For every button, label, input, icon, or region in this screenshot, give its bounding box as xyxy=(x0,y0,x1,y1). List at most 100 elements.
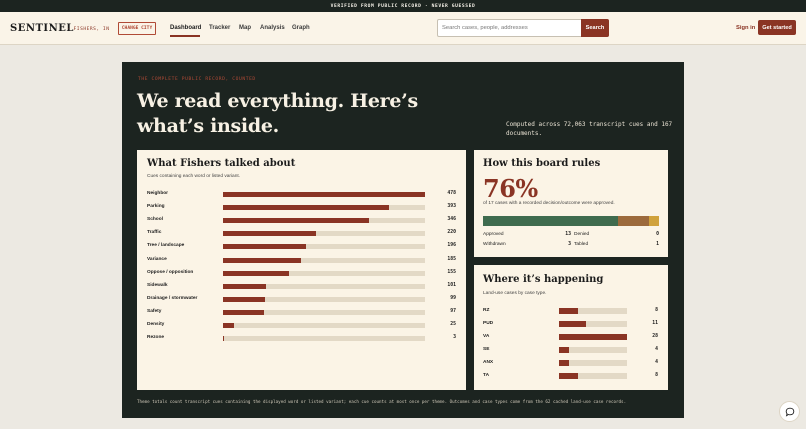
case-type-bar xyxy=(559,346,569,353)
topic-label: Neighbor xyxy=(147,191,169,196)
topic-bar-track xyxy=(223,205,425,211)
topic-label: Safety xyxy=(147,308,162,314)
rules-title: How this board rules xyxy=(483,158,601,169)
topic-row: Drainage / stormwater 99 xyxy=(137,295,466,305)
case-type-row: ANX 4 xyxy=(474,359,668,369)
legend-denied-value: 0 xyxy=(656,232,659,237)
topic-row: Sidewalk 101 xyxy=(137,282,466,292)
case-type-bar xyxy=(559,333,627,340)
site-header: SENTINEL · FISHERS, IN CHANGE CITY Dashb… xyxy=(0,12,806,45)
case-type-row: TA 8 xyxy=(474,372,668,382)
case-type-label: TA xyxy=(483,372,490,378)
search-bar: Search xyxy=(437,19,609,37)
topics-card: What Fishers talked about Cues containin… xyxy=(137,150,466,390)
case-type-count: 8 xyxy=(655,372,658,378)
legend-approved-value: 13 xyxy=(565,232,571,237)
topic-label: Density xyxy=(147,322,165,327)
outcome-segment-approved xyxy=(483,216,618,226)
case-type-bar xyxy=(559,359,569,366)
topic-bar-track xyxy=(223,323,425,328)
nav-analysis[interactable]: Analysis xyxy=(260,25,285,31)
hero-subtitle: Computed across 72,063 transcript cues a… xyxy=(506,121,673,137)
topic-bar xyxy=(223,244,306,250)
outcome-segment-tabled xyxy=(648,216,659,226)
get-started-button[interactable]: Get started xyxy=(758,20,796,35)
topic-count: 25 xyxy=(450,322,456,327)
case-type-bar-track xyxy=(559,333,627,340)
hero-eyebrow: THE COMPLETE PUBLIC RECORD, COUNTED xyxy=(138,77,256,82)
rules-subtitle: of 17 cases with a recorded decision/out… xyxy=(483,201,615,206)
topic-row: Density 25 xyxy=(137,321,466,331)
verification-banner: VERIFIED FROM PUBLIC RECORD · NEVER GUES… xyxy=(0,0,806,12)
case-type-bar xyxy=(559,320,586,327)
search-button[interactable]: Search xyxy=(581,19,609,37)
topic-bar xyxy=(223,323,234,328)
topic-bar xyxy=(223,257,302,263)
brand-logo[interactable]: SENTINEL xyxy=(10,23,74,34)
approval-percent: 76% xyxy=(483,174,538,203)
topic-count: 220 xyxy=(447,230,456,236)
topics-subtitle: Cues containing each word or listed vari… xyxy=(147,174,241,179)
footnote: Theme totals count transcript cues conta… xyxy=(137,399,627,404)
topic-bar-track xyxy=(223,257,425,263)
case-type-count: 4 xyxy=(655,346,658,352)
chat-button[interactable] xyxy=(779,401,800,422)
where-title: Where it’s happening xyxy=(483,274,604,285)
topic-label: School xyxy=(147,217,163,223)
case-type-bar-track xyxy=(559,346,627,353)
topic-row: Rezone 3 xyxy=(137,334,466,344)
topic-bar-track xyxy=(223,231,425,237)
topic-label: Parking xyxy=(147,204,165,210)
topic-count: 478 xyxy=(447,191,456,196)
topic-bar-track xyxy=(223,283,425,289)
topic-bar-track xyxy=(223,218,425,224)
nav-map[interactable]: Map xyxy=(239,25,251,31)
sign-in-link[interactable]: Sign in xyxy=(736,25,755,31)
topic-row: Safety 97 xyxy=(137,308,466,318)
case-type-bar-track xyxy=(559,308,627,314)
nav-dashboard[interactable]: Dashboard xyxy=(170,25,201,31)
nav-graph[interactable]: Graph xyxy=(292,25,310,31)
topic-bar xyxy=(223,336,225,342)
legend-tabled-value: 1 xyxy=(656,242,659,247)
topic-row: Parking 393 xyxy=(137,203,466,213)
legend-withdrawn-value: 3 xyxy=(568,242,571,247)
topic-count: 196 xyxy=(447,243,456,249)
topic-bar xyxy=(223,192,425,197)
board-rules-card: How this board rules 76% of 17 cases wit… xyxy=(474,150,668,257)
search-input[interactable] xyxy=(442,20,578,36)
legend-denied-label: Denied xyxy=(574,232,590,237)
topic-bar-track xyxy=(223,192,425,197)
case-type-bar-track xyxy=(559,320,627,327)
topic-label: Oppose / opposition xyxy=(147,269,194,275)
case-type-count: 11 xyxy=(652,320,658,326)
case-type-label: SE xyxy=(483,346,490,352)
topic-label: Tree / landscape xyxy=(147,243,185,249)
topic-row: Tree / landscape 196 xyxy=(137,242,466,252)
legend-withdrawn-label: Withdrawn xyxy=(483,242,506,247)
topic-count: 346 xyxy=(447,217,456,223)
topic-bar xyxy=(223,218,370,224)
topic-label: Traffic xyxy=(147,230,162,236)
topic-row: School 346 xyxy=(137,216,466,226)
nav-tracker[interactable]: Tracker xyxy=(209,25,230,31)
case-type-label: PUD xyxy=(483,320,494,326)
case-type-count: 8 xyxy=(655,308,658,313)
hero-title: We read everything. Here’s what’s inside… xyxy=(137,90,418,137)
topic-bar xyxy=(223,309,264,315)
topic-bar-track xyxy=(223,244,425,250)
verification-banner-text: VERIFIED FROM PUBLIC RECORD · NEVER GUES… xyxy=(330,3,476,9)
where-subtitle: Land-use cases by case type. xyxy=(483,291,547,296)
change-city-button[interactable]: CHANGE CITY xyxy=(118,22,156,35)
topic-count: 101 xyxy=(447,282,456,288)
case-types-card: Where it’s happening Land-use cases by c… xyxy=(474,265,668,390)
case-type-row: PUD 11 xyxy=(474,320,668,330)
topic-bar xyxy=(223,270,289,276)
topic-row: Traffic 220 xyxy=(137,229,466,239)
brand-city: · FISHERS, IN xyxy=(67,27,110,32)
topic-row: Neighbor 478 xyxy=(137,190,466,200)
case-type-bar-track xyxy=(559,359,627,366)
topic-count: 393 xyxy=(447,204,456,210)
case-type-row: RZ 8 xyxy=(474,307,668,317)
topic-bar-track xyxy=(223,296,425,302)
